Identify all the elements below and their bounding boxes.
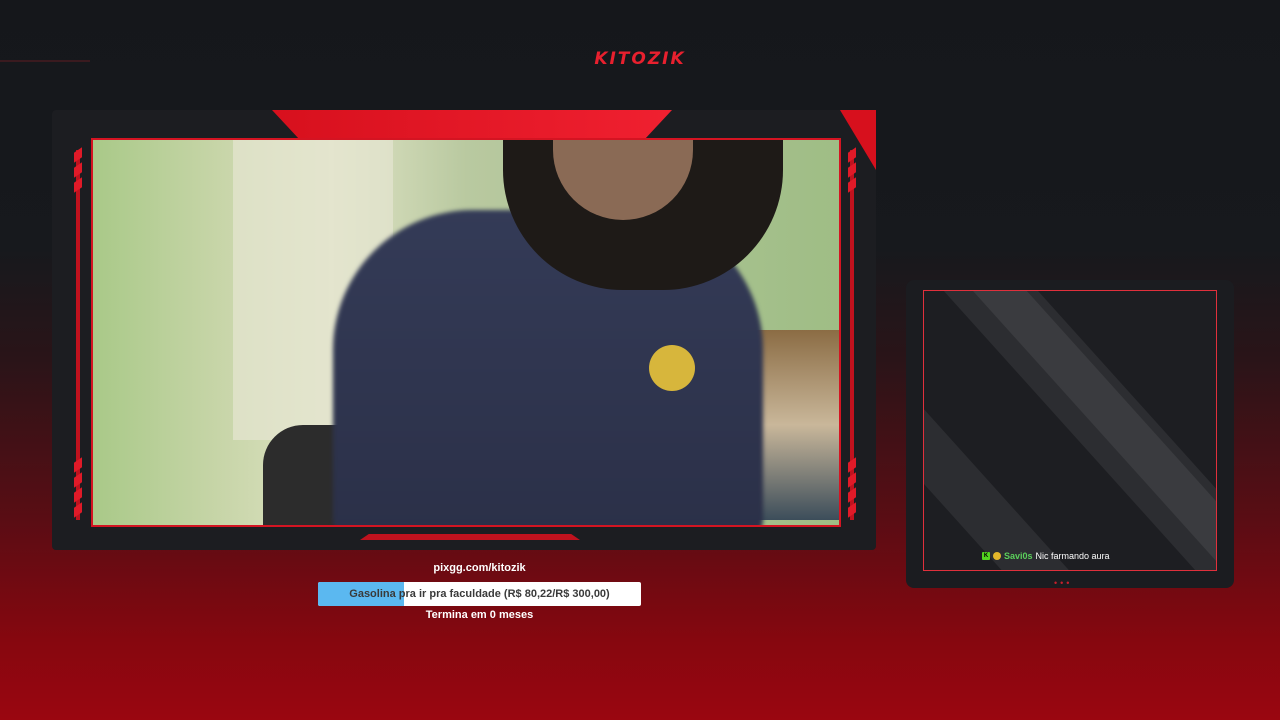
chat-box: K Savi0s Nic farmando aura — [923, 290, 1217, 571]
chat-message: K Savi0s Nic farmando aura — [982, 551, 1110, 561]
webcam-video — [91, 138, 841, 527]
frame-bottom-accent — [360, 534, 580, 540]
divider-left — [0, 60, 90, 62]
donation-url: pixgg.com/kitozik — [433, 562, 526, 574]
chat-dots-icon: ••• — [1054, 578, 1073, 588]
k-badge-icon: K — [982, 552, 990, 560]
chat-username: Savi0s — [1004, 551, 1033, 561]
coin-badge-icon — [993, 552, 1001, 560]
frame-left-ticks-bottom — [74, 457, 82, 520]
frame-right-ticks — [848, 147, 856, 195]
frame-right-ticks-bottom — [848, 457, 856, 520]
donation-goal-ends: Termina em 0 meses — [425, 609, 534, 621]
chat-text: Nic farmando aura — [1035, 551, 1110, 561]
frame-top-accent — [272, 110, 672, 140]
frame-left-ticks — [74, 147, 82, 195]
donation-goal-text: Gasolina pra ir pra faculdade (R$ 80,22/… — [349, 588, 610, 600]
brand-title: KITOZIK — [594, 49, 686, 69]
donation-goal-bar: Gasolina pra ir pra faculdade (R$ 80,22/… — [318, 582, 641, 606]
shirt-logo-icon — [649, 345, 695, 391]
